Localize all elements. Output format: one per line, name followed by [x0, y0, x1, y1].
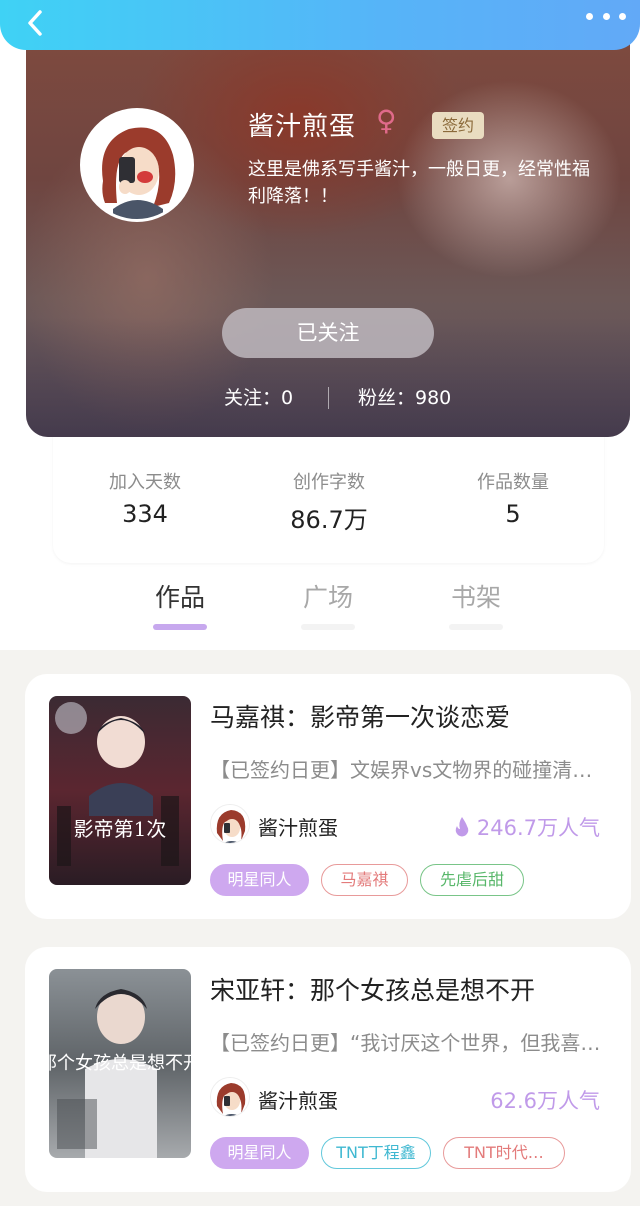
tag[interactable]: 马嘉祺	[321, 864, 408, 896]
follow-button[interactable]: 已关注	[222, 308, 434, 358]
tag-list: 明星同人 马嘉祺 先虐后甜	[210, 864, 620, 896]
book-title[interactable]: 马嘉祺：影帝第一次谈恋爱	[210, 698, 510, 734]
tag[interactable]: 明星同人	[210, 1137, 309, 1169]
info-label: 创作字数	[293, 472, 365, 493]
tab-label: 作品	[154, 583, 205, 612]
info-value: 5	[505, 500, 521, 528]
book-title[interactable]: 宋亚轩：那个女孩总是想不开	[210, 971, 535, 1007]
popularity: 62.6万人气	[490, 1085, 600, 1115]
female-icon: ♀	[376, 104, 397, 137]
tab-indicator	[153, 624, 207, 630]
info-value: 86.7万	[290, 506, 368, 534]
book-cover[interactable]: 那个女孩总是想不开	[49, 969, 191, 1158]
popularity-text: 246.7万人气	[476, 816, 600, 840]
tag[interactable]: TNT时代…	[443, 1137, 565, 1169]
author-avatar	[210, 804, 250, 844]
popularity-text: 62.6万人气	[490, 1089, 600, 1113]
tag[interactable]: 明星同人	[210, 864, 309, 896]
divider	[328, 387, 329, 409]
join-days: 加入天数 334	[65, 468, 225, 528]
book-description: 【已签约日更】文娱界vs文物界的碰撞清…	[210, 758, 593, 782]
author-name[interactable]: 酱汁煎蛋	[258, 812, 338, 841]
ellipsis-icon[interactable]	[586, 10, 626, 22]
profile-bio: 这里是佛系写手酱汁，一般日更，经常性福利降落！！	[248, 159, 590, 207]
tab-indicator	[301, 624, 355, 630]
author-row: 酱汁煎蛋 246.7万人气	[210, 804, 610, 848]
top-bar	[0, 0, 640, 50]
tab-label: 广场	[302, 583, 353, 612]
popularity: 246.7万人气	[453, 812, 600, 842]
cover-title: 影帝第1次	[74, 817, 167, 841]
author-name[interactable]: 酱汁煎蛋	[258, 1085, 338, 1114]
signed-badge: 签约	[432, 112, 484, 139]
fans-count[interactable]: 粉丝：980	[358, 383, 451, 410]
profile-name: 酱汁煎蛋	[248, 112, 357, 142]
tab-bookshelf[interactable]: 书架	[436, 578, 516, 630]
author-avatar	[210, 1077, 250, 1117]
tag[interactable]: TNT丁程鑫	[321, 1137, 431, 1169]
flame-icon	[455, 817, 469, 837]
tab-square[interactable]: 广场	[288, 578, 368, 630]
tag[interactable]: 先虐后甜	[420, 864, 524, 896]
tab-indicator	[449, 624, 503, 630]
avatar[interactable]	[80, 108, 194, 222]
book-cover[interactable]: 影帝第1次	[49, 696, 191, 885]
info-label: 作品数量	[477, 472, 549, 493]
word-count: 创作字数 86.7万	[249, 468, 409, 535]
book-card[interactable]: 那个女孩总是想不开 宋亚轩：那个女孩总是想不开 【已签约日更】“我讨厌这个世界，…	[25, 947, 631, 1192]
info-value: 334	[122, 500, 168, 528]
works-count: 作品数量 5	[433, 468, 593, 528]
tab-works[interactable]: 作品	[140, 578, 220, 630]
book-description: 【已签约日更】“我讨厌这个世界，但我喜…	[210, 1031, 601, 1055]
tag-list: 明星同人 TNT丁程鑫 TNT时代…	[210, 1137, 620, 1169]
profile-tabs: 作品 广场 书架	[0, 578, 640, 638]
profile-hero: 酱汁煎蛋 ♀ 签约 这里是佛系写手酱汁，一般日更，经常性福利降落！！ 已关注 关…	[26, 40, 630, 437]
follow-stats: 关注：0 粉丝：980	[26, 383, 630, 413]
cover-title: 那个女孩总是想不开	[49, 1053, 191, 1074]
book-card[interactable]: 影帝第1次 马嘉祺：影帝第一次谈恋爱 【已签约日更】文娱界vs文物界的碰撞清… …	[25, 674, 631, 919]
author-row: 酱汁煎蛋 62.6万人气	[210, 1077, 610, 1121]
info-label: 加入天数	[109, 472, 181, 493]
chevron-left-icon[interactable]	[18, 6, 54, 42]
tab-label: 书架	[450, 583, 501, 612]
following-count[interactable]: 关注：0	[224, 383, 293, 410]
